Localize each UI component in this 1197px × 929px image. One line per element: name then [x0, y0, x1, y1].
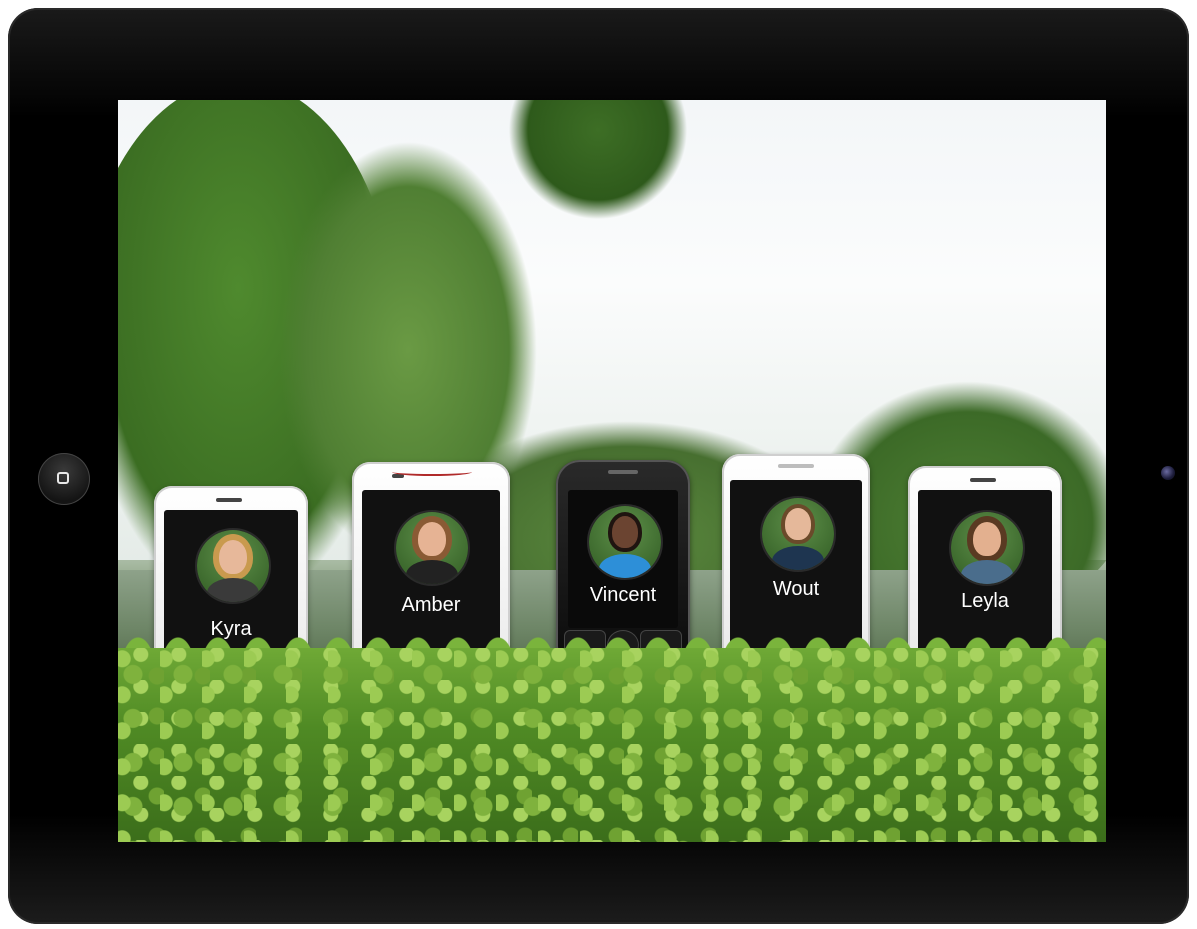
avatar-leyla — [949, 510, 1025, 586]
contact-name: Leyla — [961, 590, 1009, 612]
home-button[interactable] — [38, 453, 90, 505]
contact-name: Amber — [401, 594, 461, 616]
phone-speaker — [216, 498, 242, 502]
contact-name: Vincent — [589, 584, 657, 606]
avatar-vincent — [587, 504, 663, 580]
tablet-screen: Kyra Amber Vincent Wout Leyla — [118, 100, 1106, 842]
contact-name: Wout — [772, 578, 820, 600]
avatar-kyra — [195, 528, 271, 604]
phone-accent-line — [392, 468, 472, 476]
home-square-icon — [57, 472, 69, 484]
phone-speaker — [778, 464, 814, 468]
hedge — [118, 648, 1106, 842]
phone-speaker — [970, 478, 996, 482]
phone-speaker — [608, 470, 638, 474]
avatar-wout — [760, 496, 836, 572]
avatar-amber — [394, 510, 470, 586]
front-camera-icon — [1161, 466, 1175, 480]
